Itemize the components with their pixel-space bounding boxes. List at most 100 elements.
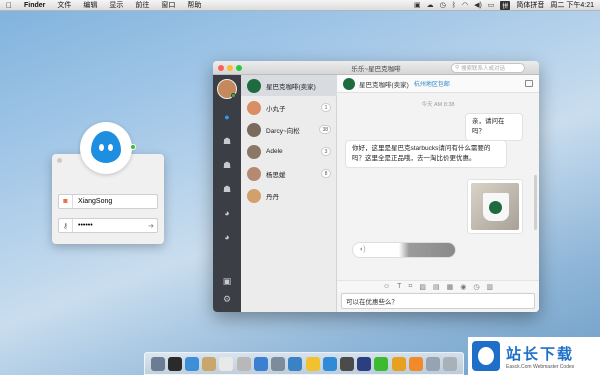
- notes-dock-icon[interactable]: [391, 356, 406, 371]
- finder-dock-icon[interactable]: [150, 356, 165, 371]
- contact-name: 丹丹: [266, 193, 279, 201]
- message-input[interactable]: 可以在优惠些么？: [341, 293, 535, 309]
- unread-count-badge: 38: [319, 125, 331, 134]
- downloads-dock-icon[interactable]: [426, 356, 441, 371]
- contact-item[interactable]: Adele 3: [241, 141, 337, 162]
- voice-message[interactable]: ◖): [352, 242, 456, 258]
- time-machine-icon[interactable]: ◷: [440, 1, 446, 9]
- contact-avatar: [247, 166, 261, 181]
- contacts-icon[interactable]: ☗: [221, 135, 233, 147]
- contact-avatar: [247, 188, 261, 203]
- preview-dock-icon[interactable]: [236, 356, 251, 371]
- contact-name: 星巴克咖啡(卖家): [266, 83, 316, 91]
- menu-view[interactable]: 显示: [103, 0, 129, 10]
- plugin-icon[interactable]: ▣: [221, 275, 233, 287]
- menu-app-finder[interactable]: Finder: [18, 2, 51, 9]
- safari-dock-icon[interactable]: [185, 356, 200, 371]
- voice-icon[interactable]: ◉: [460, 283, 466, 291]
- password-value[interactable]: ••••••: [73, 222, 145, 229]
- input-method-badge[interactable]: 拼: [500, 0, 511, 10]
- message-timestamp: 今天 AM 8:38: [421, 102, 455, 108]
- contact-name: Adele: [266, 148, 283, 155]
- username-value[interactable]: XiangSong: [73, 198, 157, 205]
- contact-name: 杨思媛: [266, 171, 286, 179]
- search-input[interactable]: ⚲ 搜索联系人或对话: [451, 63, 525, 73]
- bluetooth-icon[interactable]: ᛒ: [452, 2, 456, 9]
- chat-status-icon[interactable]: ▣: [414, 1, 421, 9]
- tribe-icon[interactable]: ◕: [221, 207, 233, 219]
- contact-item[interactable]: 丹丹: [241, 185, 337, 206]
- xiami-dock-icon[interactable]: [408, 356, 423, 371]
- contact-item[interactable]: 杨思媛 8: [241, 163, 337, 184]
- online-status-dot[interactable]: [130, 144, 136, 150]
- window-titlebar[interactable]: 乐乐~星巴克咖啡 ⚲ 搜索联系人或对话: [213, 61, 539, 75]
- calendar-dock-icon[interactable]: [219, 356, 234, 371]
- chat-partner-avatar[interactable]: [343, 77, 355, 90]
- contact-item[interactable]: 星巴克咖啡(卖家): [241, 75, 337, 96]
- more-icon[interactable]: ▥: [486, 283, 493, 291]
- wifi-icon[interactable]: ◠: [462, 1, 468, 9]
- conversation-header: 星巴克咖啡(卖家) 杭州地区包邮: [337, 75, 539, 93]
- unread-count-badge: 1: [321, 103, 331, 112]
- contact-avatar: [247, 144, 261, 159]
- menu-window[interactable]: 窗口: [155, 0, 181, 10]
- screenshot-icon[interactable]: ⌗: [408, 283, 412, 291]
- menu-help[interactable]: 帮助: [181, 0, 207, 10]
- chat-window: 乐乐~星巴克咖啡 ⚲ 搜索联系人或对话 ● ☗ ☗ ☗ ◕ ◕ ▣ ⚙ 星巴克咖…: [213, 61, 539, 312]
- search-icon: ⚲: [455, 65, 460, 71]
- history-icon[interactable]: ◷: [473, 283, 479, 291]
- conversation-pane: 星巴克咖啡(卖家) 杭州地区包邮 今天 AM 8:38 亲，请问在吗？ 你好，这…: [337, 75, 539, 312]
- font-icon[interactable]: T: [397, 283, 401, 290]
- nav-sidebar: ● ☗ ☗ ☗ ◕ ◕ ▣ ⚙: [213, 75, 241, 312]
- login-arrow-icon[interactable]: ➔: [145, 222, 157, 230]
- password-field[interactable]: ⚷ •••••• ➔: [58, 218, 158, 233]
- menu-file[interactable]: 文件: [51, 0, 77, 10]
- unread-count-badge: 3: [321, 147, 331, 156]
- menubar-clock[interactable]: 周二 下午4:21: [550, 0, 594, 10]
- appstore-dock-icon[interactable]: [253, 356, 268, 371]
- voice-wave-icon: ◖): [359, 246, 366, 253]
- launchpad-dock-icon[interactable]: [167, 356, 182, 371]
- chat-partner-name[interactable]: 星巴克咖啡(卖家): [359, 79, 409, 89]
- username-field[interactable]: ◙ XiangSong: [58, 194, 158, 209]
- contacts-dock-icon[interactable]: [202, 356, 217, 371]
- chat-bubble-icon[interactable]: ●: [221, 111, 233, 123]
- contact-avatar: [247, 100, 261, 115]
- dock: [144, 352, 464, 375]
- shake-icon[interactable]: ▦: [447, 283, 454, 291]
- file-icon[interactable]: ▤: [433, 283, 440, 291]
- browser-dock-icon[interactable]: [322, 356, 337, 371]
- menubar:  Finder 文件 编辑 显示 前往 窗口 帮助 ▣ ☁ ◷ ᛒ ◠ ◀) …: [0, 0, 600, 11]
- wechat-dock-icon[interactable]: [374, 356, 389, 371]
- close-icon[interactable]: [57, 158, 62, 163]
- apple-icon[interactable]: : [0, 1, 18, 10]
- message-photo[interactable]: [467, 179, 523, 234]
- team-icon[interactable]: ☗: [221, 183, 233, 195]
- watermark-title: 站长下载: [506, 345, 575, 363]
- watermark: 站长下载 Easck.Com Webmaster Codes: [468, 337, 600, 375]
- battery-icon[interactable]: ▭: [488, 1, 495, 9]
- message-input-text[interactable]: 可以在优惠些么？: [346, 296, 398, 306]
- cloud-icon[interactable]: ☁: [427, 1, 434, 9]
- input-method-label[interactable]: 简体拼音: [516, 0, 544, 10]
- trash-dock-icon[interactable]: [443, 356, 458, 371]
- emoji-icon[interactable]: ☺: [383, 283, 390, 290]
- group-icon[interactable]: ☗: [221, 159, 233, 171]
- preferences-dock-icon[interactable]: [271, 356, 286, 371]
- volume-icon[interactable]: ◀): [474, 1, 482, 9]
- app-dock-icon[interactable]: [340, 356, 355, 371]
- menu-go[interactable]: 前往: [129, 0, 155, 10]
- scrollbar[interactable]: [534, 175, 537, 230]
- settings-gear-icon[interactable]: ⚙: [221, 293, 233, 305]
- contact-item[interactable]: 小丸子 1: [241, 97, 337, 118]
- conversation-menu-icon[interactable]: [525, 80, 533, 87]
- contact-name: 小丸子: [266, 105, 286, 113]
- discover-icon[interactable]: ◕: [221, 231, 233, 243]
- wangwang-dock-icon[interactable]: [288, 356, 303, 371]
- image-icon[interactable]: ▨: [419, 283, 426, 291]
- watermark-text: 站长下载 Easck.Com Webmaster Codes: [506, 343, 574, 370]
- photoshop-dock-icon[interactable]: [357, 356, 372, 371]
- qq-dock-icon[interactable]: [305, 356, 320, 371]
- contact-item[interactable]: Darcy~向松 38: [241, 119, 337, 140]
- menu-edit[interactable]: 编辑: [77, 0, 103, 10]
